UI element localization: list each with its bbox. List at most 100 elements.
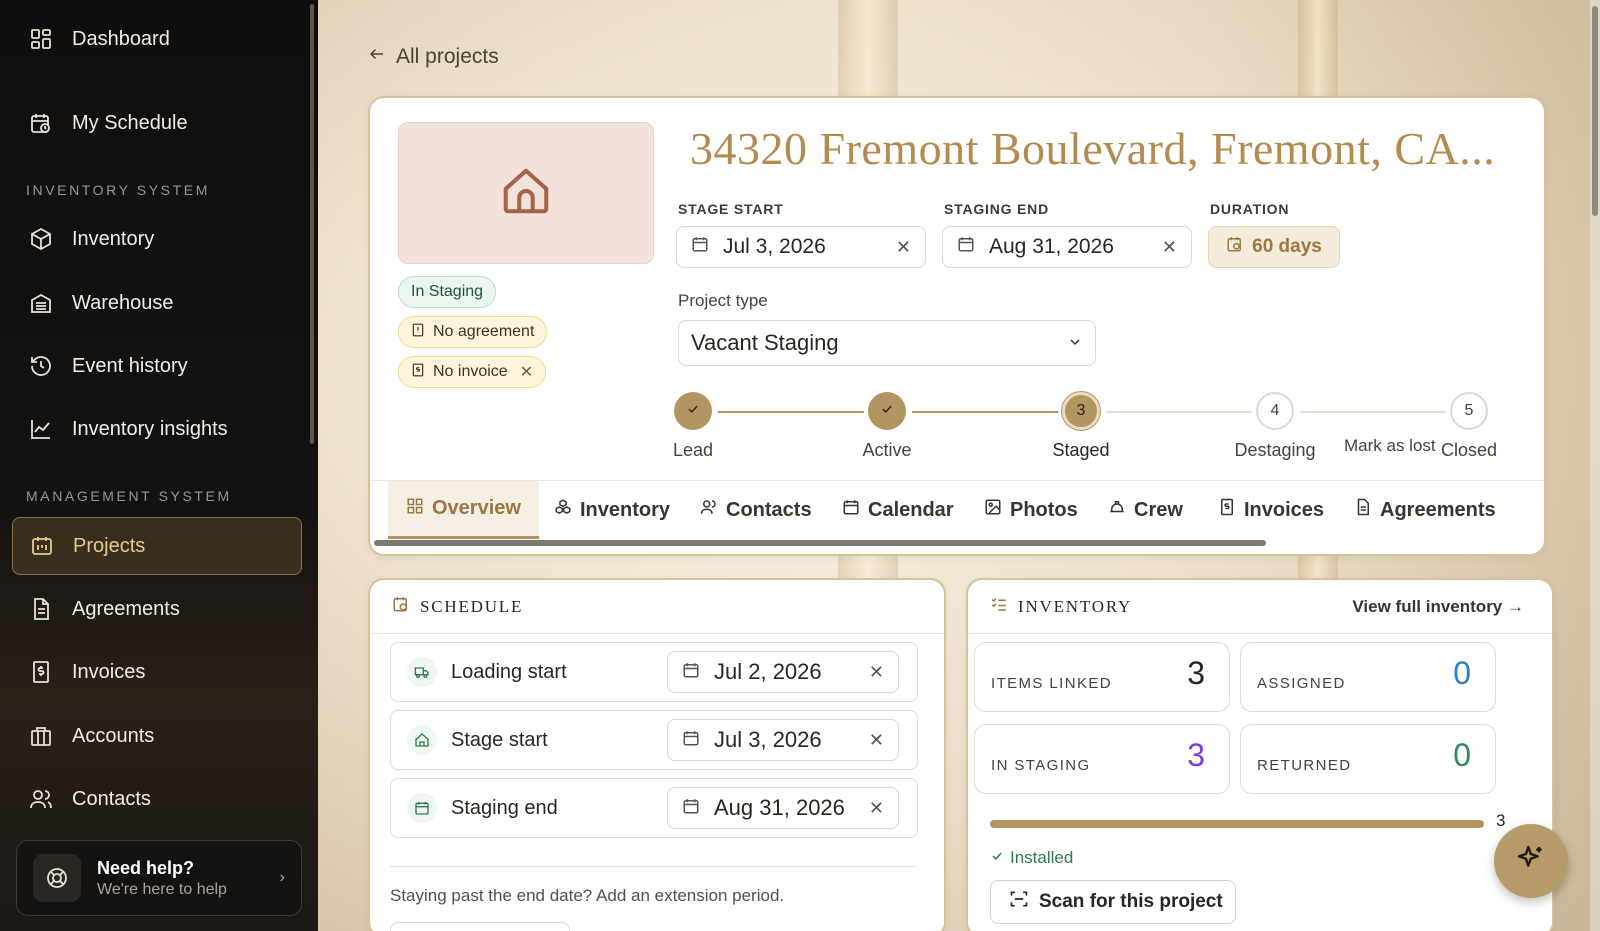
stat-label: ASSIGNED	[1257, 675, 1346, 692]
clear-icon[interactable]: ✕	[1162, 237, 1177, 258]
staging-end-value: Aug 31, 2026	[989, 235, 1114, 258]
calendar-icon	[682, 795, 700, 821]
tab-crew[interactable]: Crew	[1108, 481, 1183, 539]
invoice-badge-label: No invoice	[433, 363, 508, 380]
step-active[interactable]	[868, 392, 906, 430]
arrow-left-icon	[368, 45, 386, 69]
alert-document-icon	[411, 323, 425, 342]
sidebar-item-inventory-insights[interactable]: Inventory insights	[12, 400, 302, 458]
loading-start-date-field[interactable]: Jul 2, 2026 ✕	[667, 651, 899, 693]
staging-end-date-field[interactable]: Aug 31, 2026 ✕	[667, 787, 899, 829]
calendar-icon	[957, 235, 975, 259]
clear-icon[interactable]: ✕	[869, 730, 884, 751]
document-icon	[28, 596, 54, 622]
sidebar-item-event-history[interactable]: Event history	[12, 337, 302, 395]
schedule-row-stage-start: Stage start Jul 3, 2026 ✕	[390, 710, 918, 770]
contacts-icon	[28, 786, 54, 812]
step-connector	[718, 411, 864, 413]
step-destaging[interactable]: 4	[1256, 392, 1294, 430]
back-link[interactable]: All projects	[368, 45, 499, 69]
sidebar-item-label: Invoices	[72, 660, 146, 683]
invoice-icon	[1218, 498, 1236, 522]
tab-invoices[interactable]: Invoices	[1218, 481, 1324, 539]
calendar-icon	[842, 498, 860, 522]
tab-label: Crew	[1134, 498, 1183, 521]
stage-start-date-field[interactable]: Jul 3, 2026 ✕	[667, 719, 899, 761]
sidebar-item-label: Accounts	[72, 724, 155, 747]
step-lead[interactable]	[674, 392, 712, 430]
calendar-icon	[682, 659, 700, 685]
tab-photos[interactable]: Photos	[984, 481, 1078, 539]
sidebar-item-label: Event history	[72, 354, 188, 377]
scrollbar-thumb[interactable]	[1592, 6, 1598, 216]
calendar-clock-icon	[1226, 235, 1244, 259]
sidebar-scrollbar[interactable]	[310, 4, 314, 444]
check-icon	[686, 402, 700, 421]
invoice-badge[interactable]: No invoice ✕	[398, 356, 547, 388]
schedule-header: SCHEDULE	[370, 580, 944, 634]
tab-agreements[interactable]: Agreements	[1354, 481, 1496, 539]
tab-contacts[interactable]: Contacts	[700, 481, 812, 539]
stat-label: IN STAGING	[991, 757, 1091, 774]
clear-icon[interactable]: ✕	[869, 662, 884, 683]
view-full-inventory-link[interactable]: View full inventory →	[1352, 597, 1524, 617]
stat-label: ITEMS LINKED	[991, 675, 1112, 692]
stage-start-date-field[interactable]: Jul 3, 2026 ✕	[676, 226, 926, 268]
tab-overview[interactable]: Overview	[388, 481, 539, 539]
project-thumbnail[interactable]	[398, 122, 654, 264]
schedule-row-staging-end: Staging end Aug 31, 2026 ✕	[390, 778, 918, 838]
step-staged[interactable]: 3	[1062, 392, 1100, 430]
sidebar-item-agreements[interactable]: Agreements	[12, 580, 302, 638]
image-icon	[984, 498, 1002, 522]
accounts-icon	[28, 723, 54, 749]
help-card[interactable]: Need help? We're here to help ›	[16, 840, 302, 916]
stat-value: 0	[1453, 655, 1471, 691]
agreement-badge[interactable]: No agreement	[398, 316, 548, 348]
back-link-label: All projects	[396, 45, 499, 68]
sidebar-item-warehouse[interactable]: Warehouse	[12, 274, 302, 332]
add-extension-button[interactable]	[390, 922, 570, 931]
sidebar-item-label: Projects	[73, 534, 146, 557]
section-heading-inventory: INVENTORY SYSTEM	[26, 182, 210, 198]
scan-for-project-button[interactable]: Scan for this project	[990, 880, 1236, 924]
section-heading-management: MANAGEMENT SYSTEM	[26, 488, 232, 504]
project-type-select[interactable]: Vacant Staging	[678, 320, 1096, 366]
help-subtitle: We're here to help	[97, 880, 227, 898]
sidebar-item-invoices[interactable]: Invoices	[12, 643, 302, 701]
sidebar-item-dashboard[interactable]: Dashboard	[12, 10, 302, 68]
project-header-card: In Staging No agreement No invoice ✕ 343…	[368, 96, 1546, 556]
sidebar-item-label: Inventory insights	[72, 417, 228, 440]
sidebar-item-accounts[interactable]: Accounts	[12, 707, 302, 765]
home-icon	[407, 725, 437, 755]
sidebar-item-inventory[interactable]: Inventory	[12, 210, 302, 268]
check-icon	[990, 848, 1004, 868]
step-label: Staged	[1052, 440, 1110, 460]
scan-icon	[1009, 889, 1029, 915]
chevron-down-icon	[1067, 330, 1083, 356]
close-icon[interactable]: ✕	[520, 362, 533, 382]
progress-fill	[990, 820, 1484, 828]
page-scrollbar[interactable]	[1590, 0, 1600, 931]
home-icon	[499, 164, 553, 223]
tabs-scrollbar[interactable]	[374, 540, 1266, 546]
sidebar-item-contacts[interactable]: Contacts	[12, 770, 302, 828]
status-badge-label: In Staging	[411, 283, 484, 300]
tab-label: Photos	[1010, 498, 1078, 521]
calendar-clock-icon	[392, 595, 410, 618]
clear-icon[interactable]: ✕	[896, 237, 911, 258]
arrow-right-icon: →	[1507, 596, 1524, 616]
project-title: 34320 Fremont Boulevard, Fremont, CA...	[690, 123, 1496, 174]
ai-assistant-button[interactable]	[1494, 824, 1568, 898]
chevron-right-icon: ›	[279, 869, 285, 886]
step-closed[interactable]: 5	[1450, 392, 1488, 430]
truck-icon	[407, 657, 437, 687]
stage-start-value: Jul 3, 2026	[723, 235, 826, 258]
sidebar-item-projects[interactable]: Projects	[12, 517, 302, 575]
sidebar-item-my-schedule[interactable]: My Schedule	[12, 94, 302, 152]
staging-end-date-field[interactable]: Aug 31, 2026 ✕	[942, 226, 1192, 268]
tab-inventory[interactable]: Inventory	[554, 481, 670, 539]
tab-calendar[interactable]: Calendar	[842, 481, 954, 539]
inventory-title: INVENTORY	[1018, 596, 1133, 616]
clear-icon[interactable]: ✕	[869, 798, 884, 819]
schedule-row-label: Staging end	[451, 796, 558, 819]
